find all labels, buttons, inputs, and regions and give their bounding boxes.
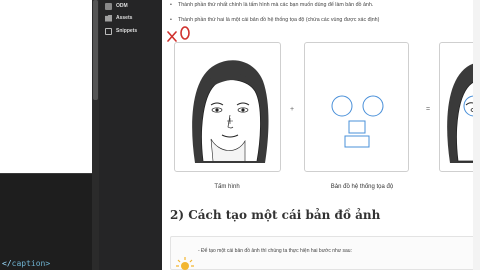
figure-caption: Bản đồ hệ thống tọa độ: [330, 184, 394, 190]
face-image-panel: [174, 42, 281, 172]
side-item-snippets[interactable]: Snippets: [105, 25, 137, 37]
plus-sign: +: [290, 106, 295, 113]
divider: [0, 173, 92, 174]
page-scrollbar-track[interactable]: [473, 0, 480, 270]
side-item-label: Snippets: [116, 28, 138, 34]
editor-scrollbar[interactable]: [92, 0, 99, 270]
face-illustration: [192, 60, 269, 163]
handwritten-annotation: [167, 26, 190, 42]
snippet-icon: [105, 27, 112, 35]
side-item-label: Assets: [116, 15, 133, 21]
scrollbar-thumb[interactable]: [93, 0, 98, 100]
code-editor[interactable]: </caption>: [0, 0, 92, 270]
figure-caption: Tấm hình: [214, 184, 240, 190]
coordinate-map-diagram: [331, 95, 384, 148]
section-heading: 2) Cách tạo một cái bản đồ ảnh: [170, 208, 381, 222]
side-item-odm[interactable]: ODM: [105, 0, 128, 12]
bullet-item: Thành phần thứ hai là một cái bản đồ hệ …: [170, 17, 379, 23]
coordinate-map-panel: [304, 42, 409, 172]
odm-icon: [105, 2, 112, 10]
document-view: Thành phần thứ nhất chính là tấm hình mà…: [162, 0, 480, 270]
bullet-item: Thành phần thứ nhất chính là tấm hình mà…: [170, 2, 373, 8]
editor-code-area[interactable]: [0, 173, 92, 270]
side-panel: ODM Assets Snippets: [99, 0, 162, 270]
note-text: - Để tạo một cái bản đồ ảnh thì chúng ta…: [198, 248, 352, 254]
side-item-assets[interactable]: Assets: [105, 12, 132, 24]
side-item-label: ODM: [116, 3, 128, 9]
code-caption-tag: </caption>: [2, 259, 51, 268]
equals-sign: =: [426, 106, 431, 113]
sun-icon: [176, 257, 194, 270]
folder-icon: [105, 14, 112, 22]
